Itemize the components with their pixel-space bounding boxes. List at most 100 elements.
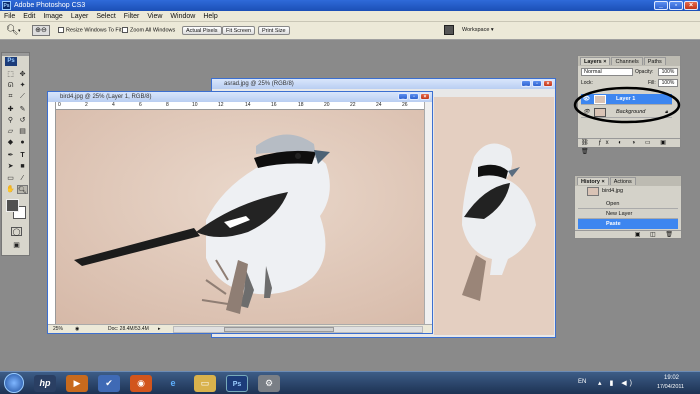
resize-windows-option[interactable]: Resize Windows To Fit: [58, 27, 122, 33]
menu-help[interactable]: Help: [199, 13, 221, 20]
fit-screen-button[interactable]: Fit Screen: [222, 26, 256, 35]
close-button[interactable]: ×: [684, 1, 698, 10]
toolbox: Ps ⬚ ✥ ᘏ ✦ ⌗ ⟋ ✚ ✎ ⚲ ↺ ▱ ▤ ◆ ● ✒ T ➤ ■ ▭…: [1, 52, 30, 256]
internet-explorer-icon[interactable]: e: [162, 375, 184, 392]
slice-tool-icon[interactable]: ⟋: [17, 92, 28, 101]
history-brush-tool-icon[interactable]: ↺: [17, 116, 28, 125]
title-bar: Adobe Photoshop CS3: [0, 0, 700, 11]
tab-layers[interactable]: Layers ×: [580, 57, 611, 65]
zoom-in-out-icon[interactable]: ⊕⊖: [32, 25, 50, 36]
start-button[interactable]: [4, 373, 24, 393]
vertical-scrollbar[interactable]: [424, 102, 432, 324]
menu-layer[interactable]: Layer: [67, 13, 93, 20]
horizontal-scroll-thumb[interactable]: [224, 327, 334, 332]
document-title: asrad.jpg @ 25% (RGB/8): [224, 81, 294, 87]
tab-paths[interactable]: Paths: [643, 57, 666, 65]
document-window-bird4[interactable]: bird4.jpg @ 25% (Layer 1, RGB/8) _ ▫ × 0…: [47, 91, 433, 334]
horizontal-scrollbar[interactable]: [173, 326, 423, 333]
zoom-level[interactable]: 25%: [53, 325, 63, 334]
menu-filter[interactable]: Filter: [120, 13, 144, 20]
history-panel-tabs: History × Actions: [575, 176, 681, 186]
blur-tool-icon[interactable]: ◆: [5, 138, 16, 147]
actual-pixels-button[interactable]: Actual Pixels: [182, 26, 222, 35]
doc-close-button[interactable]: ×: [543, 80, 553, 87]
workspace-menu[interactable]: Workspace ▾: [462, 27, 494, 33]
history-snapshot[interactable]: bird4.jpg: [602, 188, 623, 194]
folder-icon[interactable]: ▭: [194, 375, 216, 392]
history-item-open[interactable]: Open: [578, 199, 678, 209]
menu-window[interactable]: Window: [166, 13, 199, 20]
blend-mode-select[interactable]: Normal: [581, 68, 633, 76]
eraser-tool-icon[interactable]: ▱: [5, 127, 16, 136]
shape-tool-icon[interactable]: ■: [17, 162, 28, 171]
pen-tool-icon[interactable]: ✒: [5, 151, 16, 160]
palette-well-icon[interactable]: [444, 25, 454, 35]
tray-icons[interactable]: ▴ ▮ ◀): [598, 379, 635, 387]
toolbox-grip[interactable]: [2, 53, 29, 56]
magic-wand-tool-icon[interactable]: ✦: [17, 81, 28, 90]
tab-channels[interactable]: Channels: [611, 57, 643, 65]
type-tool-icon[interactable]: T: [17, 151, 28, 160]
crop-tool-icon[interactable]: ⌗: [5, 92, 16, 101]
menu-select[interactable]: Select: [92, 13, 119, 20]
hand-tool-icon[interactable]: ✋: [5, 185, 16, 194]
gradient-tool-icon[interactable]: ▤: [17, 127, 28, 136]
menu-edit[interactable]: Edit: [19, 13, 39, 20]
opacity-label: Opacity:: [635, 69, 654, 75]
language-indicator[interactable]: EN: [578, 379, 586, 385]
photoshop-taskbar-icon[interactable]: Ps: [226, 375, 248, 392]
minimize-button[interactable]: _: [654, 1, 668, 10]
clock-date[interactable]: 17/04/2011: [657, 384, 684, 390]
move-tool-icon[interactable]: ✥: [17, 70, 28, 79]
quick-mask-icon[interactable]: ◯: [11, 227, 22, 236]
checkmark-app-icon[interactable]: ✔: [98, 375, 120, 392]
media-player-icon[interactable]: ▶: [66, 375, 88, 392]
hp-icon[interactable]: hp: [34, 375, 56, 392]
opacity-input[interactable]: 100%: [658, 68, 678, 76]
eyedropper-tool-icon[interactable]: ⁄: [17, 174, 28, 183]
history-item-paste[interactable]: Paste: [578, 219, 678, 229]
screen-mode-icon[interactable]: ▣: [11, 241, 22, 250]
lasso-tool-icon[interactable]: ᘏ: [5, 81, 16, 90]
active-doc-minimize-button[interactable]: _: [398, 93, 408, 100]
status-menu-arrow-icon[interactable]: ▸: [158, 325, 161, 334]
vertical-ruler[interactable]: [48, 102, 56, 324]
active-doc-close-button[interactable]: ×: [420, 93, 430, 100]
notes-tool-icon[interactable]: ▭: [5, 174, 16, 183]
active-doc-maximize-button[interactable]: ▫: [409, 93, 419, 100]
options-bar: 🔍︎ ▾ ⊕⊖ Resize Windows To Fit Zoom All W…: [0, 22, 700, 40]
layers-panel: Layers × Channels Paths Normal Opacity: 10…: [573, 55, 681, 155]
path-selection-tool-icon[interactable]: ➤: [5, 162, 16, 171]
menu-image[interactable]: Image: [39, 13, 66, 20]
dodge-tool-icon[interactable]: ●: [17, 138, 28, 147]
zoom-all-windows-option[interactable]: Zoom All Windows: [122, 27, 175, 33]
restore-button[interactable]: ▫: [669, 1, 683, 10]
horizontal-ruler[interactable]: 0 2 4 6 8 10 12 14 16 18 20 22 24 26: [56, 102, 424, 110]
menu-view[interactable]: View: [143, 13, 166, 20]
menu-file[interactable]: File: [0, 13, 19, 20]
doc-maximize-button[interactable]: ▫: [532, 80, 542, 87]
print-size-button[interactable]: Print Size: [258, 26, 290, 35]
doc-size[interactable]: Doc: 28.4M/53.4M: [108, 325, 149, 334]
tab-actions[interactable]: Actions: [609, 177, 636, 185]
history-panel-footer-icons[interactable]: ▣ ◫ 🗑︎: [575, 230, 681, 239]
document-title-bar[interactable]: asrad.jpg @ 25% (RGB/8): [212, 79, 555, 89]
brush-tool-icon[interactable]: ✎: [17, 105, 28, 114]
zoom-tool-icon-toolbox[interactable]: 🔍︎: [17, 185, 28, 194]
clone-stamp-tool-icon[interactable]: ⚲: [5, 116, 16, 125]
bird-photo-asrad: [434, 97, 554, 335]
marquee-tool-icon[interactable]: ⬚: [5, 70, 16, 79]
clock-time[interactable]: 19:02: [664, 375, 679, 381]
history-item-new-layer[interactable]: New Layer: [578, 209, 678, 219]
settings-app-icon[interactable]: ⚙: [258, 375, 280, 392]
zoom-tool-icon[interactable]: 🔍︎: [6, 25, 19, 36]
tab-history[interactable]: History ×: [577, 177, 609, 185]
layers-panel-footer-icons[interactable]: ⛓ ƒx ◐ ◑ ▭ ▣ 🗑︎: [578, 138, 680, 155]
history-panel: History × Actions bird4.jpg Open New Laye…: [574, 175, 682, 239]
document-title-bar-active[interactable]: bird4.jpg @ 25% (Layer 1, RGB/8): [48, 92, 432, 102]
firefox-icon[interactable]: ◉: [130, 375, 152, 392]
healing-brush-tool-icon[interactable]: ✚: [5, 105, 16, 114]
doc-minimize-button[interactable]: _: [521, 80, 531, 87]
tool-preset-arrow-icon[interactable]: ▾: [18, 28, 21, 34]
snapshot-thumbnail: [587, 187, 599, 196]
